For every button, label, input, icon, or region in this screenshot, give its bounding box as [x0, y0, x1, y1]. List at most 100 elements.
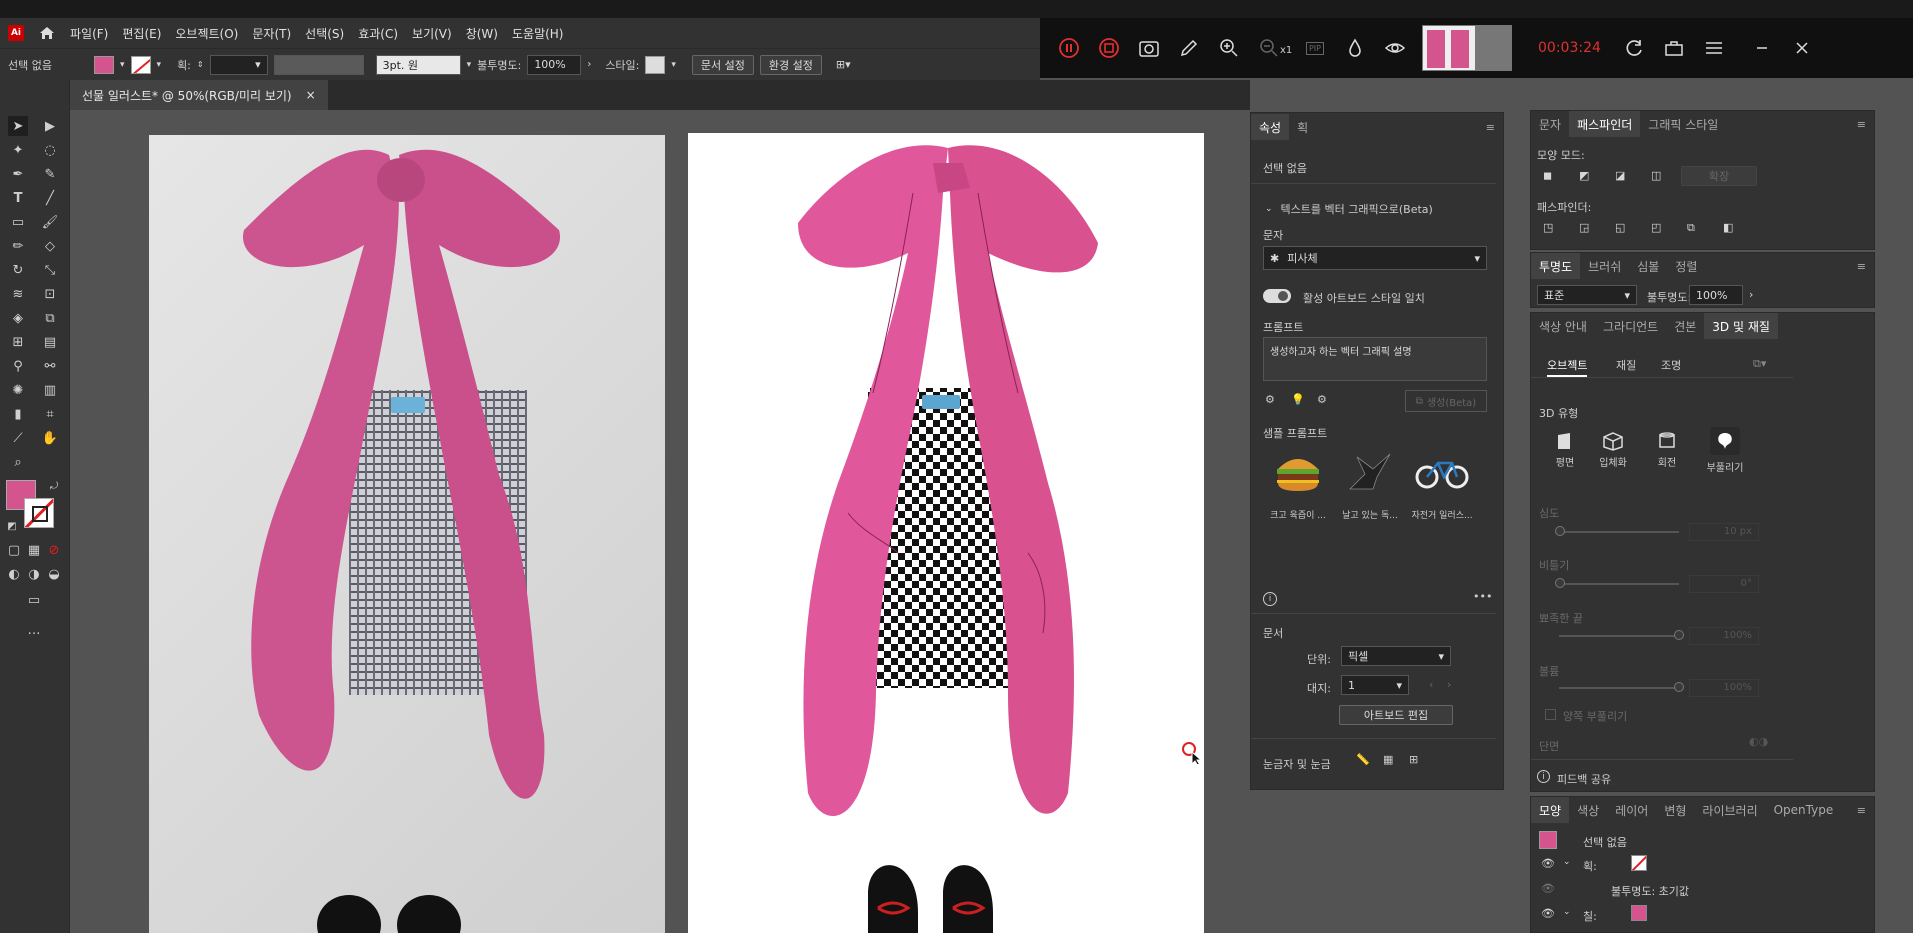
taper-slider[interactable]: [1559, 635, 1679, 637]
photo-artboard[interactable]: [149, 135, 665, 933]
opacity-input[interactable]: 100%: [1689, 285, 1743, 305]
selection-tool-icon[interactable]: ➤: [8, 116, 28, 136]
tab-color[interactable]: 색상: [1569, 797, 1607, 823]
sample-burger[interactable]: 크고 육즙이 ...: [1263, 449, 1333, 521]
width-tool-icon[interactable]: ≋: [8, 284, 28, 304]
trim-icon[interactable]: ◲: [1579, 221, 1589, 234]
canvas-area[interactable]: [70, 110, 1250, 933]
volume-input[interactable]: 100%: [1689, 679, 1759, 697]
eraser-icon[interactable]: ◇: [40, 236, 60, 256]
twist-slider[interactable]: [1559, 583, 1679, 585]
color-mode-icon[interactable]: ▢: [4, 540, 24, 560]
gradient-mode-icon[interactable]: ▦: [24, 540, 44, 560]
unit-dropdown[interactable]: 픽셀 ▾: [1341, 646, 1451, 666]
bevel-toggle-icon[interactable]: ◐◑: [1749, 735, 1768, 748]
document-setup-button[interactable]: 문서 설정: [691, 54, 754, 75]
divide-icon[interactable]: ◳: [1543, 221, 1553, 234]
outline-icon[interactable]: ⧉: [1687, 221, 1695, 235]
tab-appearance[interactable]: 모양: [1531, 797, 1570, 823]
free-transform-icon[interactable]: ⊡: [40, 284, 60, 304]
document-tab[interactable]: 선물 일러스트* @ 50%(RGB/미리 보기) ×: [70, 80, 328, 110]
feedback-label[interactable]: 피드백 공유: [1557, 771, 1611, 787]
menu-window[interactable]: 창(W): [466, 25, 498, 42]
draw-mode-icon[interactable]: ◐: [4, 564, 24, 584]
visibility-eye-icon[interactable]: 👁: [1541, 857, 1555, 870]
eyedropper-icon[interactable]: ⚲: [8, 356, 28, 376]
zoom-out-icon[interactable]: x1: [1258, 37, 1292, 59]
tab-properties[interactable]: 속성: [1251, 114, 1290, 140]
pause-icon[interactable]: [1058, 37, 1080, 59]
mesh-icon[interactable]: ⊞: [8, 332, 28, 352]
intersect-icon[interactable]: ◪: [1615, 169, 1625, 182]
lasso-icon[interactable]: ◌: [40, 140, 60, 160]
paintbrush-icon[interactable]: 🖌: [40, 212, 60, 232]
type-plane[interactable]: 평면: [1545, 431, 1585, 469]
fill-swatch[interactable]: [94, 55, 114, 74]
chevron-down-icon[interactable]: ▾: [671, 60, 676, 70]
swap-colors-icon[interactable]: ⤾: [44, 476, 64, 496]
bar-graph-icon[interactable]: ▮: [8, 404, 28, 424]
sample-bicycle[interactable]: 자전거 일러스...: [1407, 449, 1477, 521]
tab-symbols[interactable]: 심볼: [1629, 253, 1667, 279]
menu-effect[interactable]: 효과(C): [358, 25, 398, 42]
tab-libraries[interactable]: 라이브러리: [1694, 797, 1765, 823]
blend-icon[interactable]: ⚯: [40, 356, 60, 376]
shape-builder-icon[interactable]: ◈: [8, 308, 28, 328]
text-to-vector-section[interactable]: ⌄ 텍스트를 벡터 그래픽으로(Beta): [1265, 201, 1433, 217]
settings-gear-icon[interactable]: ⚙: [1317, 393, 1327, 406]
arrange-icon[interactable]: ⊞▾: [836, 58, 851, 71]
panel-menu-icon[interactable]: ≡: [1857, 118, 1866, 131]
appearance-fill-swatch[interactable]: [1631, 905, 1647, 921]
screenshot-icon[interactable]: [1138, 37, 1160, 59]
column-graph-icon[interactable]: ▥: [40, 380, 60, 400]
chevron-down-icon[interactable]: ⌄: [1563, 857, 1571, 867]
tab-pathfinder[interactable]: 패스파인더: [1569, 111, 1641, 137]
close-tab-icon[interactable]: ×: [306, 88, 316, 102]
sample-bird[interactable]: 날고 있는 독...: [1335, 449, 1405, 521]
twist-input[interactable]: 0°: [1689, 575, 1759, 593]
tab-gradient[interactable]: 그라디언트: [1595, 313, 1666, 339]
type-tool-icon[interactable]: T: [8, 188, 28, 208]
info-icon[interactable]: i: [1263, 592, 1277, 606]
lightbulb-icon[interactable]: 💡: [1291, 393, 1305, 406]
type-extrude[interactable]: 입체화: [1593, 431, 1633, 469]
next-artboard-icon[interactable]: ›: [1447, 678, 1451, 691]
chevron-down-icon[interactable]: ⌄: [1563, 907, 1571, 917]
pip-icon[interactable]: PIP: [1304, 37, 1326, 59]
volume-slider-knob[interactable]: [1674, 682, 1684, 692]
home-icon[interactable]: [38, 25, 56, 41]
slice-icon[interactable]: ⟋: [8, 428, 28, 448]
merge-icon[interactable]: ◱: [1615, 221, 1625, 234]
subtab-material[interactable]: 재질: [1616, 357, 1636, 373]
pencil-icon[interactable]: [1178, 37, 1200, 59]
stop-icon[interactable]: [1098, 37, 1120, 59]
chevron-down-icon[interactable]: ▾: [467, 60, 472, 70]
depth-slider[interactable]: [1559, 531, 1679, 533]
tab-align[interactable]: 정렬: [1667, 253, 1705, 279]
tab-3d-materials[interactable]: 3D 및 재질: [1704, 313, 1778, 339]
menu-help[interactable]: 도움말(H): [512, 25, 564, 42]
appearance-stroke-swatch[interactable]: [1631, 855, 1647, 871]
tab-opentype[interactable]: OpenType: [1766, 797, 1842, 823]
chevron-down-icon[interactable]: ▾: [157, 60, 162, 70]
tab-stroke[interactable]: 획: [1289, 114, 1316, 140]
stroke-weight-dropdown[interactable]: ▾: [209, 54, 268, 75]
pen-tool-icon[interactable]: ✒: [8, 164, 28, 184]
magic-wand-icon[interactable]: ✦: [8, 140, 28, 160]
refresh-icon[interactable]: [1623, 37, 1645, 59]
tab-swatches[interactable]: 견본: [1666, 313, 1704, 339]
grid-icon[interactable]: ▦: [1383, 753, 1393, 766]
curvature-icon[interactable]: ✎: [40, 164, 60, 184]
info-icon[interactable]: i: [1537, 770, 1550, 783]
generate-button[interactable]: ⧉ 생성(Beta): [1405, 390, 1487, 412]
eye-off-icon[interactable]: [1384, 37, 1406, 59]
tab-transform[interactable]: 변형: [1656, 797, 1694, 823]
chevron-down-icon[interactable]: ⌄: [1265, 204, 1273, 214]
both-sides-checkbox[interactable]: [1545, 709, 1556, 720]
ruler-icon[interactable]: 📏: [1356, 753, 1370, 766]
pencil-tool-icon[interactable]: ✏: [8, 236, 28, 256]
type-inflate[interactable]: 부풀리기: [1701, 427, 1749, 474]
default-colors-icon[interactable]: ◩: [2, 516, 22, 536]
drop-icon[interactable]: [1344, 37, 1366, 59]
tab-graphic-styles[interactable]: 그래픽 스타일: [1640, 111, 1726, 137]
